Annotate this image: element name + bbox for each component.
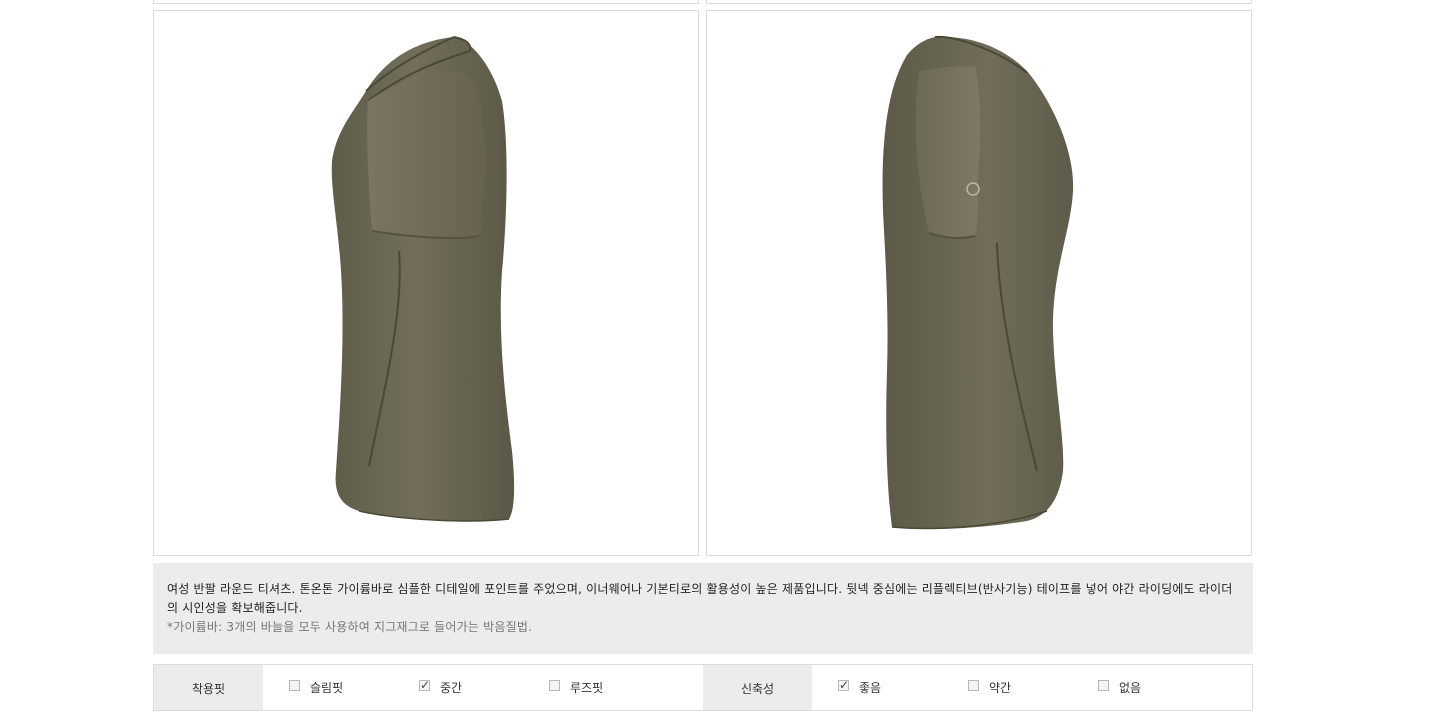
spec-table: 착용핏 슬림핏 중간 루즈핏 신축성 좋음 약간 없음 — [153, 664, 1253, 711]
description-note: *가이륨바: 3개의 바늘을 모두 사용하여 지그재그로 들어가는 박음질법. — [167, 620, 533, 634]
product-photo-side-left — [153, 10, 699, 556]
product-description: 여성 반팔 라운드 티셔츠. 톤온톤 가이륨바로 심플한 디테일에 포인트를 주… — [153, 563, 1253, 654]
stretch-label: 신축성 — [703, 665, 812, 710]
checkbox-checked[interactable] — [838, 677, 849, 693]
fit-label: 착용핏 — [154, 665, 263, 710]
previous-photo-frame-right — [706, 0, 1252, 4]
checkbox-checked[interactable] — [419, 677, 430, 693]
previous-photo-frame-left — [153, 0, 699, 4]
tshirt-side-view-illustration — [882, 35, 1074, 530]
checkbox[interactable] — [968, 680, 979, 691]
description-text: 여성 반팔 라운드 티셔츠. 톤온톤 가이륨바로 심플한 디테일에 포인트를 주… — [167, 582, 1233, 615]
product-photo-side-right — [706, 10, 1252, 556]
checkbox[interactable] — [289, 680, 300, 691]
tshirt-side-view-illustration — [331, 36, 515, 522]
checkbox[interactable] — [1098, 680, 1109, 691]
checkbox[interactable] — [549, 680, 560, 691]
